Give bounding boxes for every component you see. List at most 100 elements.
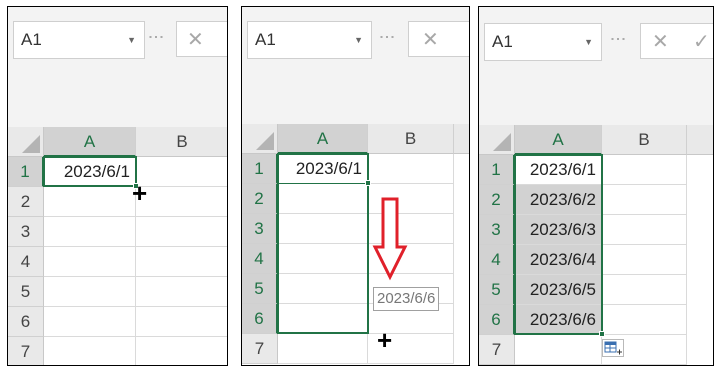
- cell-b7[interactable]: [136, 337, 227, 365]
- cell-b1[interactable]: [602, 155, 687, 185]
- column-header-b[interactable]: B: [136, 127, 227, 157]
- cell-b2[interactable]: [136, 187, 227, 217]
- row-header-6[interactable]: 6: [479, 305, 515, 335]
- cell-a2[interactable]: [278, 184, 368, 214]
- cell-b3[interactable]: [136, 217, 227, 247]
- row-header-5[interactable]: 5: [479, 275, 515, 305]
- cell-a3[interactable]: [278, 214, 368, 244]
- drag-dots-icon[interactable]: ⋮: [609, 31, 626, 48]
- column-header-a[interactable]: A: [278, 124, 368, 154]
- row-header-5[interactable]: 5: [8, 277, 44, 307]
- name-box-value: A1: [21, 30, 42, 49]
- cell-b4[interactable]: [136, 247, 227, 277]
- cell-a4[interactable]: [278, 244, 368, 274]
- name-box[interactable]: A1 ▼: [13, 21, 145, 59]
- drag-value-tooltip: 2023/6/6: [373, 287, 440, 311]
- down-arrow-shape: [372, 197, 408, 281]
- sheet-grid: A B 1 2 3 4 5 6 7 2023/6/1 2023/6/2 2023…: [479, 125, 713, 365]
- column-header-b[interactable]: B: [368, 124, 454, 154]
- row-header-3[interactable]: 3: [242, 214, 278, 244]
- cell-a1[interactable]: 2023/6/1: [278, 154, 368, 184]
- row-header-4[interactable]: 4: [8, 247, 44, 277]
- fill-handle[interactable]: [365, 180, 371, 186]
- cell-b5[interactable]: [136, 277, 227, 307]
- column-header-a[interactable]: A: [44, 127, 136, 157]
- cell-b2[interactable]: [602, 185, 687, 215]
- row-header-3[interactable]: 3: [8, 217, 44, 247]
- column-header-c[interactable]: [454, 124, 469, 154]
- checkmark-icon[interactable]: ✓: [693, 29, 710, 54]
- name-box-value: A1: [255, 30, 276, 49]
- cell-b1[interactable]: [368, 154, 454, 184]
- close-icon[interactable]: ✕: [652, 29, 669, 54]
- sheet-grid: A B 1 2 3 4 5 6 7 2023/6/1 2023/6/6 +: [242, 124, 469, 365]
- cell-a5[interactable]: [44, 277, 136, 307]
- row-header-4[interactable]: 4: [479, 245, 515, 275]
- cell-a5[interactable]: [278, 274, 368, 304]
- row-header-5[interactable]: 5: [242, 274, 278, 304]
- name-box[interactable]: A1 ▼: [484, 23, 602, 61]
- column-header-a[interactable]: A: [515, 125, 602, 155]
- row-header-2[interactable]: 2: [242, 184, 278, 214]
- cell-a6[interactable]: 2023/6/6: [515, 305, 602, 335]
- cell-a6[interactable]: [44, 307, 136, 337]
- cell-a4[interactable]: 2023/6/4: [515, 245, 602, 275]
- row-header-1[interactable]: 1: [479, 155, 515, 185]
- cell-a7[interactable]: [44, 337, 136, 365]
- cancel-formula-button[interactable]: ✕: [408, 21, 469, 57]
- cell-a7[interactable]: [278, 334, 368, 364]
- row-header-1[interactable]: 1: [8, 157, 44, 187]
- cell-a6[interactable]: [278, 304, 368, 334]
- row-header-6[interactable]: 6: [8, 307, 44, 337]
- cell-a3[interactable]: [44, 217, 136, 247]
- fill-cursor-icon: +: [132, 178, 148, 208]
- cell-b3[interactable]: [602, 215, 687, 245]
- cell-b5[interactable]: [602, 275, 687, 305]
- drag-dots-icon[interactable]: ⋮: [147, 29, 164, 46]
- cell-a1[interactable]: 2023/6/1: [515, 155, 602, 185]
- column-header-c[interactable]: [687, 125, 713, 155]
- cell-a3[interactable]: 2023/6/3: [515, 215, 602, 245]
- select-all-corner[interactable]: [479, 125, 515, 155]
- column-header-b[interactable]: B: [602, 125, 687, 155]
- auto-fill-options-icon[interactable]: [602, 339, 624, 357]
- formula-bar-area: A1 ▼ ⋮ ✕: [8, 7, 227, 127]
- cell-a7[interactable]: [515, 335, 602, 365]
- row-header-3[interactable]: 3: [479, 215, 515, 245]
- cell-b4[interactable]: [602, 245, 687, 275]
- cell-a5[interactable]: 2023/6/5: [515, 275, 602, 305]
- panel-step-1: A1 ▼ ⋮ ✕ A B 1 2 3 4 5 6 7 2023/6/1 +: [7, 6, 228, 366]
- chevron-down-icon[interactable]: ▼: [354, 22, 363, 58]
- cell-a4[interactable]: [44, 247, 136, 277]
- close-icon: ✕: [422, 29, 439, 51]
- down-arrow-icon: [372, 197, 408, 281]
- formula-buttons: ✕ ✓: [640, 23, 713, 59]
- row-header-6[interactable]: 6: [242, 304, 278, 334]
- cell-b6[interactable]: [602, 305, 687, 335]
- row-header-7[interactable]: 7: [242, 334, 278, 364]
- select-all-corner[interactable]: [8, 127, 44, 157]
- panel-step-2: A1 ▼ ⋮ ✕ A B 1 2 3 4 5 6 7 2023/6/1 2023…: [241, 6, 470, 366]
- cell-a2[interactable]: 2023/6/2: [515, 185, 602, 215]
- cell-b1[interactable]: [136, 157, 227, 187]
- row-header-1[interactable]: 1: [242, 154, 278, 184]
- cell-a1[interactable]: 2023/6/1: [44, 157, 136, 187]
- row-header-7[interactable]: 7: [8, 337, 44, 365]
- fill-cursor-icon: +: [377, 325, 393, 355]
- formula-bar-area: A1 ▼ ⋮ ✕: [242, 7, 469, 127]
- cell-a2[interactable]: [44, 187, 136, 217]
- select-all-corner[interactable]: [242, 124, 278, 154]
- row-header-4[interactable]: 4: [242, 244, 278, 274]
- name-box[interactable]: A1 ▼: [247, 21, 372, 59]
- row-header-2[interactable]: 2: [479, 185, 515, 215]
- cancel-formula-button[interactable]: ✕: [176, 21, 227, 57]
- row-header-2[interactable]: 2: [8, 187, 44, 217]
- chevron-down-icon[interactable]: ▼: [584, 24, 593, 60]
- name-box-value: A1: [492, 32, 513, 51]
- formula-bar-area: A1 ▼ ⋮ ✕ ✓: [479, 7, 713, 127]
- cell-b6[interactable]: [136, 307, 227, 337]
- drag-dots-icon[interactable]: ⋮: [378, 29, 395, 46]
- chevron-down-icon[interactable]: ▼: [127, 22, 136, 58]
- row-header-7[interactable]: 7: [479, 335, 515, 365]
- fill-handle[interactable]: [599, 331, 605, 337]
